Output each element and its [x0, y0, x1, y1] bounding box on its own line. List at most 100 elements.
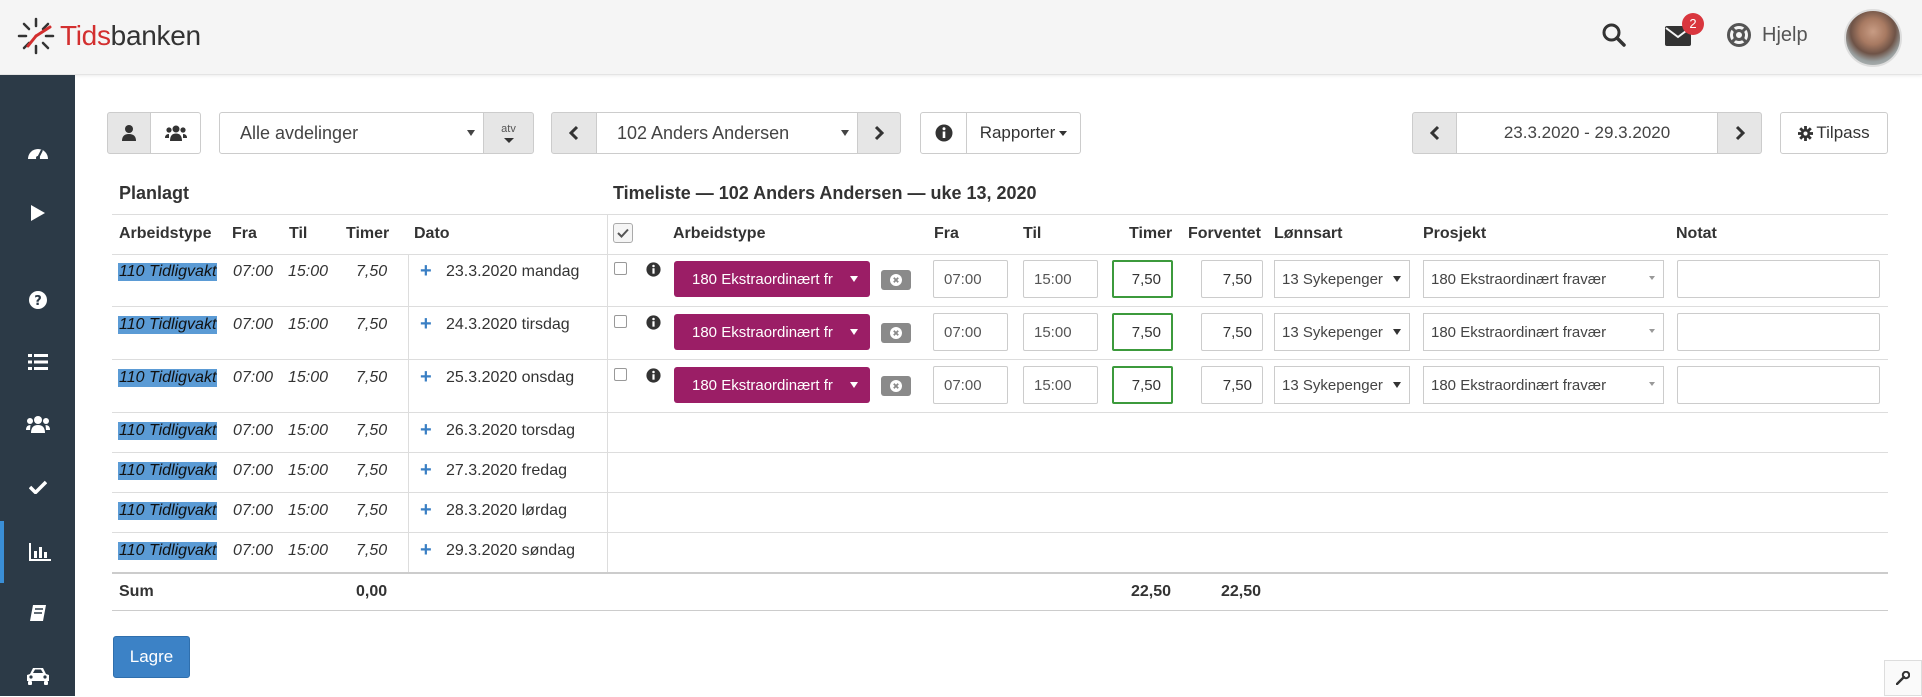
wage-type-select[interactable]: 13 Sykepenger: [1274, 313, 1410, 351]
hours-input[interactable]: 7,50: [1112, 366, 1173, 404]
planned-title: Planlagt: [119, 183, 190, 203]
info-icon[interactable]: [646, 315, 661, 330]
avatar[interactable]: [1844, 9, 1902, 67]
logo-icon: [17, 17, 55, 55]
worktype-select[interactable]: 180 Ekstraordinært fr: [674, 367, 870, 403]
department-select[interactable]: Alle avdelinger: [219, 112, 484, 154]
dashboard-icon[interactable]: [0, 131, 75, 173]
to-time-input[interactable]: 15:00: [1023, 260, 1098, 298]
ts-col-project: Prosjekt: [1423, 225, 1487, 242]
planned-from: 07:00: [233, 462, 274, 479]
clear-button[interactable]: [881, 323, 911, 343]
group-toggle[interactable]: [150, 112, 201, 154]
timesheet-title: Timeliste — 102 Anders Andersen — uke 13…: [613, 183, 1037, 203]
department-value: Alle avdelinger: [240, 122, 359, 143]
book-icon[interactable]: [0, 592, 75, 634]
logo[interactable]: Tidsbanken: [16, 16, 201, 56]
reports-dropdown[interactable]: Rapporter: [966, 112, 1081, 154]
info-icon[interactable]: [646, 368, 661, 383]
worktype-select[interactable]: 180 Ekstraordinært fr: [674, 261, 870, 297]
note-input[interactable]: [1677, 313, 1880, 351]
logo-text-red: Tids: [60, 20, 111, 51]
caret-down-icon: [503, 137, 514, 143]
project-select[interactable]: 180 Ekstraordinært fravær: [1423, 366, 1664, 404]
expected-input[interactable]: 7,50: [1201, 260, 1263, 298]
prev-week-button[interactable]: [1412, 112, 1457, 154]
info-icon[interactable]: [646, 262, 661, 277]
project-select[interactable]: 180 Ekstraordinært fravær: [1423, 313, 1664, 351]
atv-label: atv: [501, 122, 516, 135]
add-entry-icon[interactable]: +: [420, 366, 432, 389]
prev-employee-button[interactable]: [551, 112, 597, 154]
mail-icon[interactable]: 2: [1664, 13, 1704, 52]
ts-col-to: Til: [1023, 225, 1042, 242]
clear-button[interactable]: [881, 270, 911, 290]
users-icon[interactable]: [0, 403, 75, 445]
planned-from: 07:00: [233, 502, 274, 519]
planned-from: 07:00: [233, 263, 274, 280]
close-circle-icon: [890, 327, 902, 339]
hours-input[interactable]: 7,50: [1112, 260, 1173, 298]
planned-type: 110 Tidligvakt: [118, 502, 218, 520]
from-time-input[interactable]: 07:00: [933, 313, 1008, 351]
save-button[interactable]: Lagre: [113, 636, 190, 678]
customize-button[interactable]: Tilpass: [1780, 112, 1888, 154]
planned-type: 110 Tidligvakt: [118, 462, 218, 480]
next-week-button[interactable]: [1717, 112, 1762, 154]
next-employee-button[interactable]: [857, 112, 901, 154]
add-entry-icon[interactable]: +: [420, 459, 432, 482]
expected-input[interactable]: 7,50: [1201, 313, 1263, 351]
planned-type: 110 Tidligvakt: [118, 263, 218, 281]
date-range-field[interactable]: 23.3.2020 - 29.3.2020: [1456, 112, 1718, 154]
atv-button[interactable]: atv: [483, 112, 534, 154]
project-select[interactable]: 180 Ekstraordinært fravær: [1423, 260, 1664, 298]
wage-type-select[interactable]: 13 Sykepenger: [1274, 366, 1410, 404]
employee-value: 102 Anders Andersen: [617, 122, 790, 143]
clear-button[interactable]: [881, 376, 911, 396]
add-entry-icon[interactable]: +: [420, 419, 432, 442]
help-link[interactable]: Hjelp: [1726, 22, 1808, 48]
planned-type: 110 Tidligvakt: [118, 422, 218, 440]
customize-label: Tilpass: [1816, 123, 1870, 142]
wage-type-value: 13 Sykepenger: [1282, 323, 1383, 341]
search-icon[interactable]: [1601, 22, 1627, 53]
add-entry-icon[interactable]: +: [420, 539, 432, 562]
to-time-input[interactable]: 15:00: [1023, 366, 1098, 404]
help-icon[interactable]: ?: [0, 279, 75, 321]
sidebar: ?: [0, 75, 75, 696]
to-time-input[interactable]: 15:00: [1023, 313, 1098, 351]
row-checkbox[interactable]: [614, 262, 627, 275]
planned-sum-hours: 0,00: [356, 583, 388, 600]
row-checkbox[interactable]: [614, 315, 627, 328]
info-button[interactable]: [920, 112, 967, 154]
note-input[interactable]: [1677, 366, 1880, 404]
planned-hours: 7,50: [356, 502, 388, 519]
add-entry-icon[interactable]: +: [420, 499, 432, 522]
single-user-toggle[interactable]: [107, 112, 151, 154]
add-entry-icon[interactable]: +: [420, 313, 432, 336]
employee-select[interactable]: 102 Anders Andersen: [596, 112, 858, 154]
wrench-icon[interactable]: [1884, 660, 1922, 696]
from-time-input[interactable]: 07:00: [933, 366, 1008, 404]
hours-input[interactable]: 7,50: [1112, 313, 1173, 351]
list-icon[interactable]: [0, 341, 75, 383]
planned-type: 110 Tidligvakt: [118, 369, 218, 387]
note-input[interactable]: [1677, 260, 1880, 298]
ts-col-note: Notat: [1676, 225, 1717, 242]
chart-icon[interactable]: [0, 521, 75, 583]
play-icon[interactable]: [0, 192, 75, 234]
expected-input[interactable]: 7,50: [1201, 366, 1263, 404]
car-icon[interactable]: [0, 655, 75, 697]
row-checkbox[interactable]: [614, 368, 627, 381]
chevron-left-icon: [569, 125, 579, 141]
timesheet-sum-hours: 22,50: [1131, 583, 1172, 600]
planned-hours: 7,50: [356, 462, 388, 479]
wage-type-select[interactable]: 13 Sykepenger: [1274, 260, 1410, 298]
select-all-checkbox[interactable]: [613, 223, 633, 243]
worktype-select[interactable]: 180 Ekstraordinært fr: [674, 314, 870, 350]
add-entry-icon[interactable]: +: [420, 260, 432, 283]
check-icon[interactable]: [0, 466, 75, 508]
ts-col-hours: Timer: [1129, 225, 1173, 242]
from-time-input[interactable]: 07:00: [933, 260, 1008, 298]
project-value: 180 Ekstraordinært fravær: [1431, 376, 1607, 394]
